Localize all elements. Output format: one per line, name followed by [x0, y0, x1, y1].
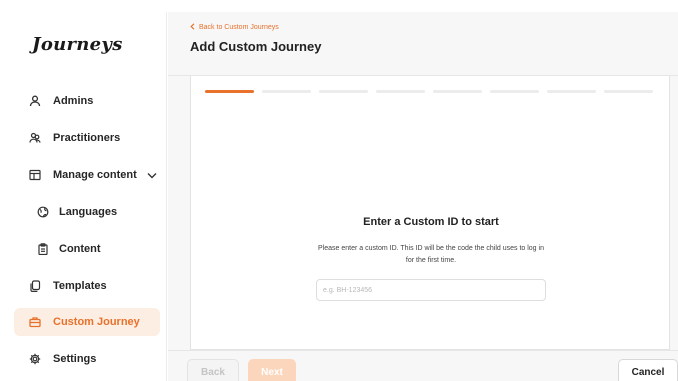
step-indicator [604, 90, 653, 93]
sidebar-item-label: Practitioners [53, 132, 121, 144]
globe-icon [36, 205, 50, 219]
back-button[interactable]: Back [187, 359, 239, 381]
sidebar-item-admins[interactable]: Admins [14, 87, 160, 115]
sidebar-item-label: Templates [53, 280, 107, 292]
sidebar-item-languages[interactable]: Languages [14, 198, 160, 226]
step-progress [205, 90, 653, 93]
person-icon [28, 94, 42, 108]
step-indicator [547, 90, 596, 93]
sidebar-item-settings[interactable]: Settings [14, 345, 160, 373]
wizard-card: Enter a Custom ID to start Please enter … [190, 76, 670, 350]
step-indicator [319, 90, 368, 93]
chevron-left-icon [190, 23, 195, 32]
step-indicator [433, 90, 482, 93]
sidebar-item-label: Languages [59, 206, 118, 218]
sidebar-item-content[interactable]: Content [14, 235, 160, 263]
people-icon [28, 131, 42, 145]
page-header: Back to Custom Journeys Add Custom Journ… [168, 12, 678, 76]
sidebar-item-label: Manage content [53, 169, 137, 181]
page-title: Add Custom Journey [190, 39, 322, 54]
sidebar-item-label: Settings [53, 353, 97, 365]
sidebar-item-practitioners[interactable]: Practitioners [14, 124, 160, 152]
sidebar-item-label: Custom Journey [53, 316, 140, 328]
back-to-custom-journeys-link[interactable]: Back to Custom Journeys [190, 23, 279, 32]
wizard-heading: Enter a Custom ID to start [363, 216, 499, 228]
step-indicator [205, 90, 254, 93]
sidebar: Journeys Admins Practitioners Manage con… [8, 12, 167, 381]
copy-icon [28, 279, 42, 293]
briefcase-icon [28, 315, 42, 329]
sidebar-item-label: Content [59, 243, 101, 255]
custom-id-input[interactable] [316, 279, 546, 301]
next-button[interactable]: Next [248, 359, 296, 381]
sidebar-item-label: Admins [53, 95, 94, 107]
layout-icon [28, 168, 42, 182]
sidebar-item-templates[interactable]: Templates [14, 272, 160, 300]
clipboard-icon [36, 242, 50, 256]
step-indicator [376, 90, 425, 93]
sidebar-item-manage-content[interactable]: Manage content [14, 161, 160, 189]
gear-icon [28, 352, 42, 366]
cancel-button[interactable]: Cancel [618, 359, 678, 381]
step-indicator [490, 90, 539, 93]
wizard-footer: Back Next Cancel [168, 350, 678, 381]
step-indicator [262, 90, 311, 93]
app-logo: Journeys [32, 34, 123, 55]
chevron-down-icon[interactable] [147, 172, 157, 179]
back-link-label: Back to Custom Journeys [199, 24, 279, 31]
main-panel: Back to Custom Journeys Add Custom Journ… [168, 12, 678, 381]
wizard-description: Please enter a custom ID. This ID will b… [318, 245, 544, 264]
sidebar-item-custom-journey[interactable]: Custom Journey [14, 308, 160, 336]
